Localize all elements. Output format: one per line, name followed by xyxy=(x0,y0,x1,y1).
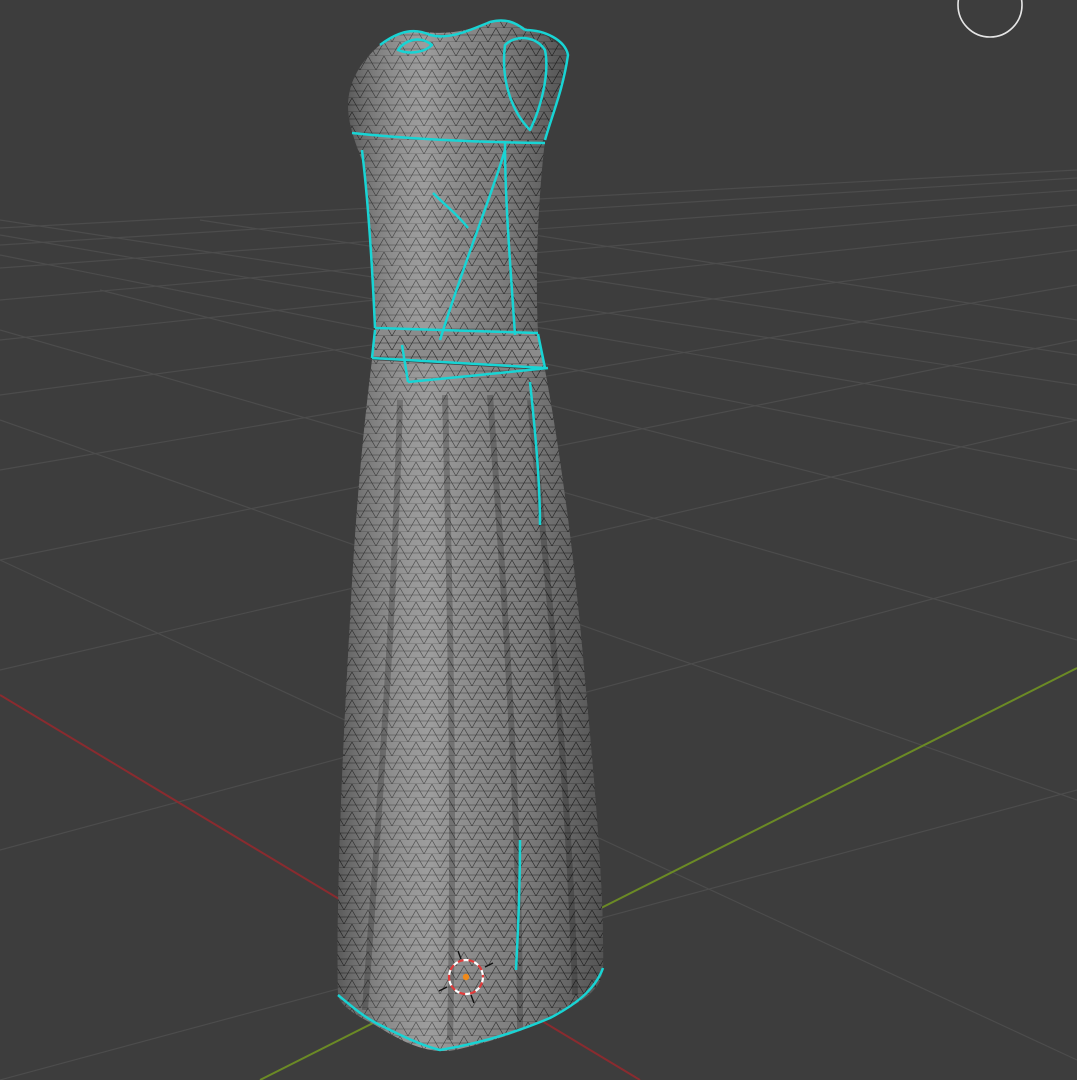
viewport-canvas[interactable] xyxy=(0,0,1077,1080)
3d-viewport[interactable] xyxy=(0,0,1077,1080)
